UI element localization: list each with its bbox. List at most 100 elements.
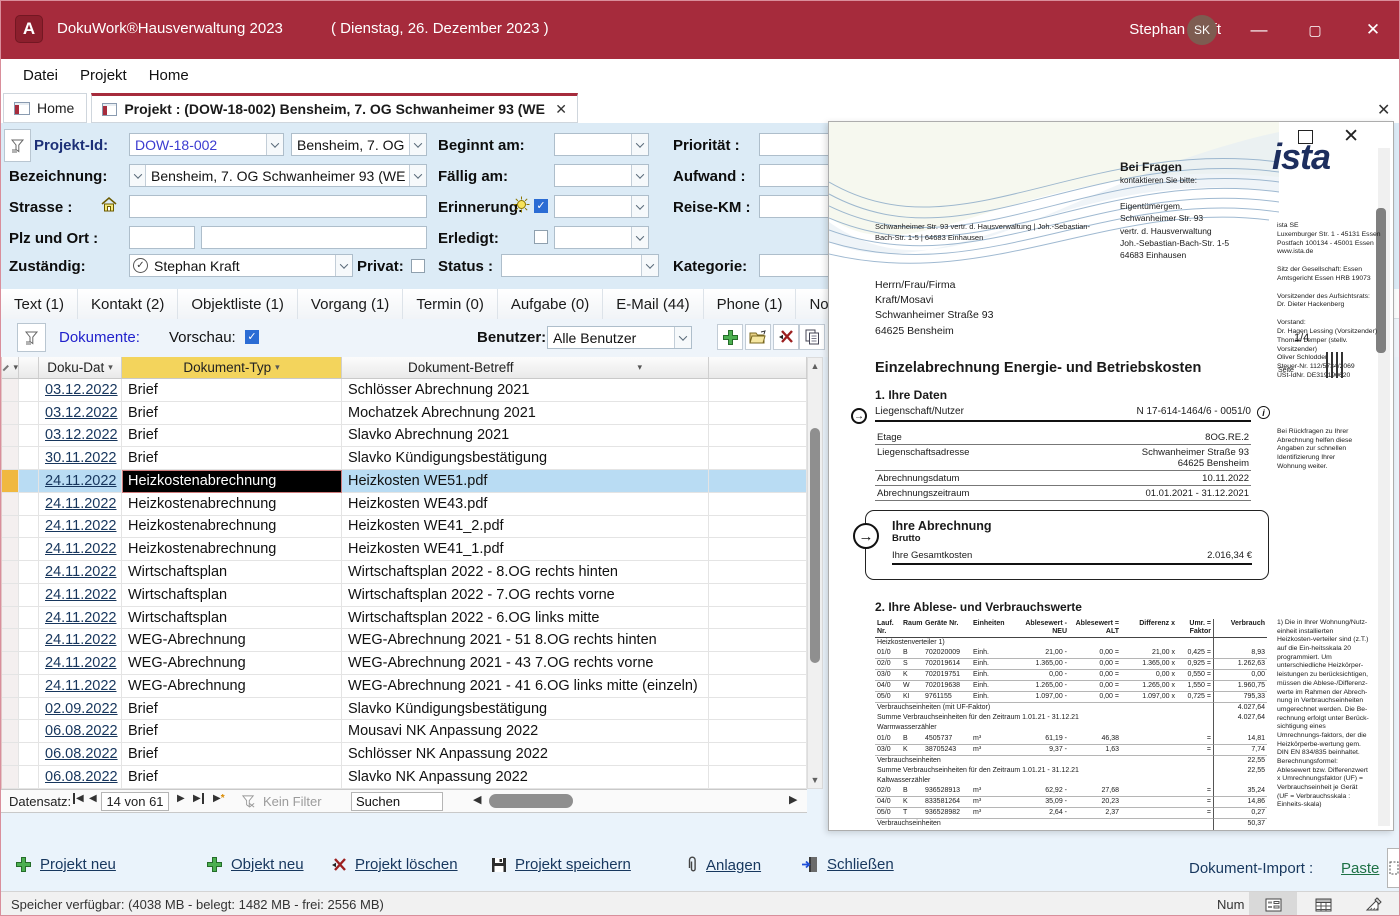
tab-vorgang[interactable]: Vorgang (1) bbox=[298, 289, 403, 319]
last-record-icon[interactable]: ▶ bbox=[193, 793, 204, 804]
privat-checkbox[interactable] bbox=[411, 259, 425, 273]
vorschau-checkbox[interactable]: ✓ bbox=[245, 330, 259, 344]
date-link[interactable]: 24.11.2022 bbox=[45, 518, 117, 534]
benutzer-combo[interactable]: Alle Benutzer bbox=[547, 326, 692, 349]
tab-e-mail[interactable]: E-Mail (44) bbox=[603, 289, 703, 319]
projekt-speichern-button[interactable]: Projekt speichern bbox=[491, 856, 631, 873]
date-link[interactable]: 24.11.2022 bbox=[45, 564, 117, 580]
table-row[interactable]: 03.12.2022BriefSlavko Abrechnung 2021 bbox=[2, 425, 807, 448]
table-row[interactable]: 24.11.2022HeizkostenabrechnungHeizkosten… bbox=[2, 516, 807, 539]
copy-document-button[interactable] bbox=[799, 324, 825, 350]
subject-column-header[interactable]: Dokument-Betreff▾ bbox=[342, 357, 709, 378]
scroll-left-icon[interactable]: ◀ bbox=[473, 793, 481, 806]
date-link[interactable]: 06.08.2022 bbox=[45, 746, 118, 762]
new-record-icon[interactable]: ▶* bbox=[213, 793, 225, 804]
tab-termin[interactable]: Termin (0) bbox=[403, 289, 498, 319]
record-position[interactable]: 14 von 61 bbox=[101, 792, 169, 811]
table-row[interactable]: 24.11.2022WirtschaftsplanWirtschaftsplan… bbox=[2, 607, 807, 630]
date-link[interactable]: 24.11.2022 bbox=[45, 473, 117, 489]
prev-record-icon[interactable]: ◀ bbox=[89, 793, 97, 804]
tab-phone[interactable]: Phone (1) bbox=[704, 289, 797, 319]
table-row[interactable]: 24.11.2022HeizkostenabrechnungHeizkosten… bbox=[2, 470, 807, 493]
doc-filter-button[interactable] bbox=[17, 323, 46, 352]
zustandig-combo[interactable]: ✓ Stephan Kraft bbox=[129, 254, 353, 277]
h-scrollbar-thumb[interactable] bbox=[489, 794, 573, 808]
add-document-button[interactable] bbox=[717, 324, 743, 350]
table-row[interactable]: 03.12.2022BriefMochatzek Abrechnung 2021 bbox=[2, 402, 807, 425]
scroll-up-icon[interactable]: ▲ bbox=[808, 361, 822, 371]
tab-aufgabe[interactable]: Aufgabe (0) bbox=[498, 289, 603, 319]
date-column-header[interactable]: Doku-Dat▾ bbox=[39, 357, 122, 378]
date-link[interactable]: 24.11.2022 bbox=[45, 496, 117, 512]
projekt-neu-button[interactable]: Projekt neu bbox=[15, 856, 116, 873]
date-link[interactable]: 03.12.2022 bbox=[45, 427, 118, 443]
table-row[interactable]: 24.11.2022WEG-AbrechnungWEG-Abrechnung 2… bbox=[2, 629, 807, 652]
menu-item-projekt[interactable]: Projekt bbox=[80, 67, 127, 84]
type-column-header[interactable]: Dokument-Typ▾ bbox=[122, 357, 342, 378]
strasse-input[interactable] bbox=[129, 195, 427, 218]
projekt-objekt-combo[interactable]: Bensheim, 7. OG bbox=[291, 133, 427, 156]
tabgroup-close-icon[interactable]: ✕ bbox=[1377, 100, 1390, 120]
erledigt-combo[interactable] bbox=[554, 226, 649, 249]
next-record-icon[interactable]: ▶ bbox=[177, 793, 185, 804]
ort-input[interactable] bbox=[201, 226, 427, 249]
date-link[interactable]: 24.11.2022 bbox=[45, 541, 117, 557]
preview-close-icon[interactable]: ✕ bbox=[1343, 125, 1359, 148]
tab-close-icon[interactable]: ✕ bbox=[555, 101, 567, 118]
date-link[interactable]: 06.08.2022 bbox=[45, 723, 118, 739]
table-row[interactable]: 06.08.2022BriefSlavko NK Anpassung 2022 bbox=[2, 766, 807, 789]
table-row[interactable]: 24.11.2022WirtschaftsplanWirtschaftsplan… bbox=[2, 561, 807, 584]
plz-input[interactable] bbox=[129, 226, 195, 249]
erinnerung-combo[interactable] bbox=[554, 195, 649, 218]
date-link[interactable]: 30.11.2022 bbox=[45, 450, 117, 466]
design-view-button[interactable] bbox=[1349, 892, 1397, 916]
paste-link[interactable]: Paste bbox=[1341, 860, 1379, 877]
delete-document-button[interactable] bbox=[773, 324, 799, 350]
erinnerung-checkbox[interactable]: ✓ bbox=[534, 199, 548, 213]
date-link[interactable]: 24.11.2022 bbox=[45, 610, 117, 626]
schliessen-button[interactable]: Schließen bbox=[801, 856, 894, 873]
kein-filter-button[interactable]: Kein Filter bbox=[263, 794, 322, 809]
table-row[interactable]: 24.11.2022WEG-AbrechnungWEG-Abrechnung 2… bbox=[2, 675, 807, 698]
datasheet-view-button[interactable] bbox=[1299, 892, 1347, 916]
date-link[interactable]: 24.11.2022 bbox=[45, 587, 117, 603]
table-row[interactable]: 03.12.2022BriefSchlösser Abrechnung 2021 bbox=[2, 379, 807, 402]
fallig-combo[interactable] bbox=[554, 164, 649, 187]
date-link[interactable]: 03.12.2022 bbox=[45, 382, 118, 398]
tab-objektliste[interactable]: Objektliste (1) bbox=[178, 289, 298, 319]
table-row[interactable]: 02.09.2022BriefSlavko Kündigungsbestätig… bbox=[2, 698, 807, 721]
search-input[interactable]: Suchen bbox=[351, 792, 443, 811]
projekt-loeschen-button[interactable]: Projekt löschen bbox=[331, 856, 458, 873]
beginnt-combo[interactable] bbox=[554, 133, 649, 156]
tab-project[interactable]: Projekt : (DOW-18-002) Bensheim, 7. OG S… bbox=[91, 93, 578, 123]
close-icon[interactable]: ✕ bbox=[1353, 19, 1393, 43]
menu-item-home[interactable]: Home bbox=[149, 67, 189, 84]
tab-home[interactable]: Home bbox=[3, 93, 87, 123]
table-row[interactable]: 24.11.2022HeizkostenabrechnungHeizkosten… bbox=[2, 538, 807, 561]
first-record-icon[interactable]: ◀ bbox=[73, 793, 84, 804]
table-row[interactable]: 06.08.2022BriefSchlösser NK Anpassung 20… bbox=[2, 743, 807, 766]
date-link[interactable]: 03.12.2022 bbox=[45, 405, 118, 421]
row-selector-header[interactable]: ▾ bbox=[2, 357, 19, 378]
projekt-id-combo[interactable]: DOW-18-002 bbox=[129, 133, 284, 156]
avatar[interactable]: SK bbox=[1187, 15, 1217, 45]
tab-kontakt[interactable]: Kontakt (2) bbox=[78, 289, 178, 319]
table-row[interactable]: 24.11.2022WEG-AbrechnungWEG-Abrechnung 2… bbox=[2, 652, 807, 675]
date-link[interactable]: 24.11.2022 bbox=[45, 678, 117, 694]
scroll-down-icon[interactable]: ▼ bbox=[808, 775, 822, 785]
table-row[interactable]: 06.08.2022BriefMousavi NK Anpassung 2022 bbox=[2, 720, 807, 743]
status-combo[interactable] bbox=[501, 254, 659, 277]
date-link[interactable]: 02.09.2022 bbox=[45, 701, 118, 717]
menu-item-datei[interactable]: Datei bbox=[23, 67, 58, 84]
table-row[interactable]: 24.11.2022WirtschaftsplanWirtschaftsplan… bbox=[2, 584, 807, 607]
maximize-icon[interactable]: ▢ bbox=[1295, 19, 1335, 43]
bezeichnung-combo[interactable]: Bensheim, 7. OG Schwanheimer 93 (WE 43) bbox=[129, 164, 427, 187]
objekt-neu-button[interactable]: Objekt neu bbox=[206, 856, 304, 873]
erledigt-checkbox[interactable] bbox=[534, 230, 548, 244]
date-link[interactable]: 24.11.2022 bbox=[45, 632, 117, 648]
minimize-icon[interactable]: — bbox=[1239, 19, 1279, 43]
form-filter-button[interactable] bbox=[4, 129, 31, 162]
alarm-icon[interactable] bbox=[513, 196, 530, 213]
scrollbar-thumb[interactable] bbox=[810, 428, 820, 663]
paste-target-button[interactable] bbox=[1387, 848, 1400, 888]
